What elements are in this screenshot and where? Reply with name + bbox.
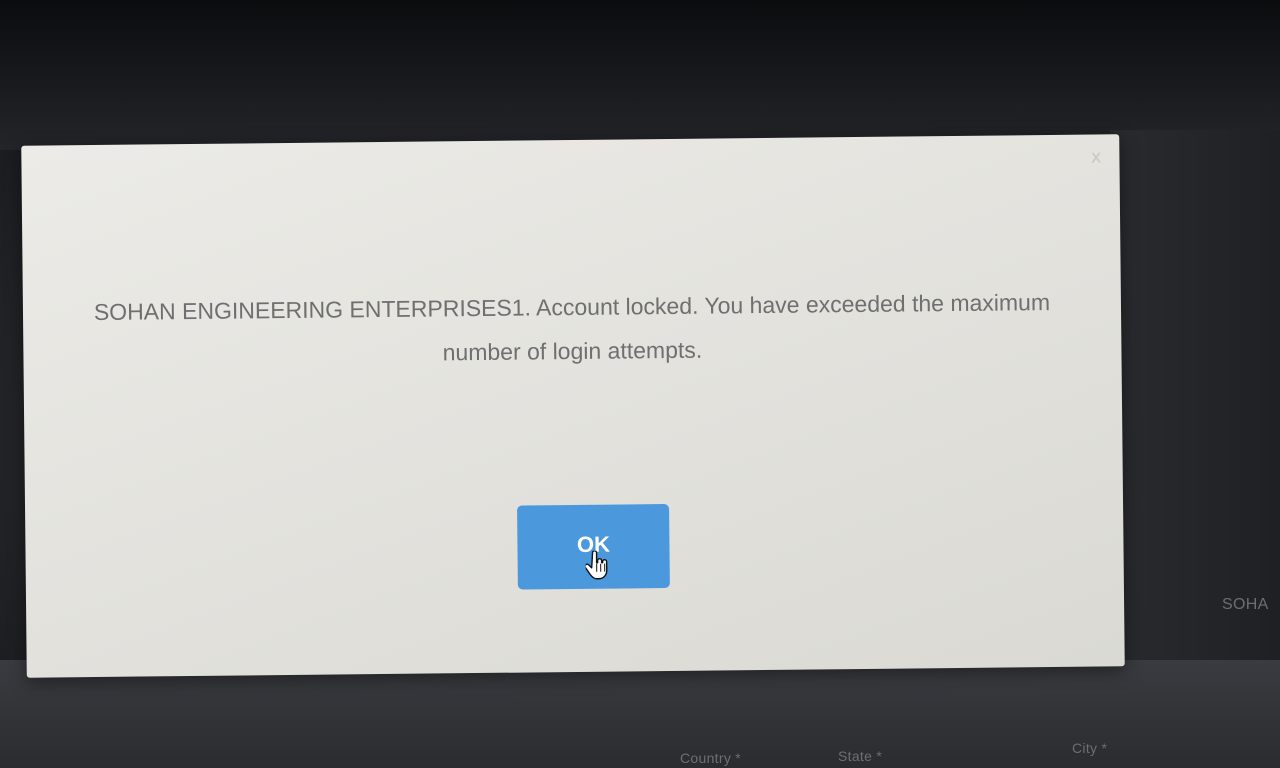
background-country-label: Country * bbox=[680, 750, 742, 766]
background-city-label: City * bbox=[1072, 740, 1108, 756]
account-locked-dialog: x SOHAN ENGINEERING ENTERPRISES1. Accoun… bbox=[21, 134, 1125, 678]
ok-button[interactable]: OK bbox=[517, 503, 670, 590]
dialog-message: SOHAN ENGINEERING ENTERPRISES1. Account … bbox=[93, 288, 1051, 366]
close-icon[interactable]: x bbox=[1091, 146, 1102, 167]
background-state-label: State * bbox=[838, 748, 883, 764]
hand-cursor-icon bbox=[585, 550, 608, 580]
background-top bbox=[0, 0, 1280, 150]
background-company-text: SOHA bbox=[1222, 596, 1269, 613]
